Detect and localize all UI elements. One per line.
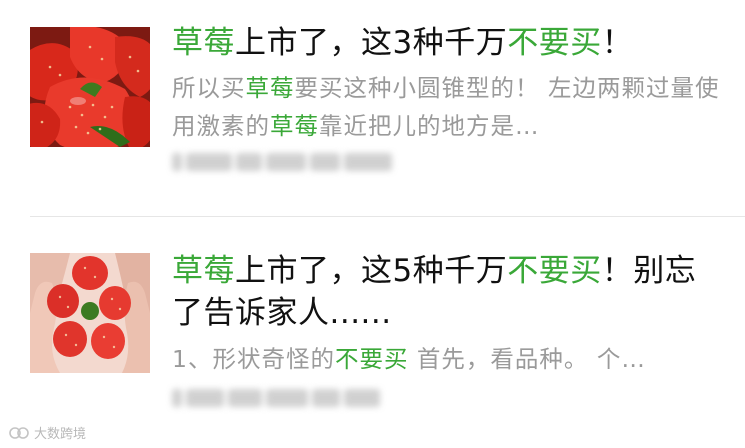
article-summary: 所以买草莓要买这种小圆锥型的！ 左边两颗过量使用激素的草莓靠近把儿的地方是… (172, 69, 722, 145)
watermark: 大数跨境 (8, 423, 86, 442)
title-part: 上市了，这3种千万 (235, 25, 508, 61)
article-title[interactable]: 草莓上市了，这3种千万不要买！ (172, 22, 725, 64)
article-item-1[interactable]: 草莓上市了，这3种千万不要买！ 所以买草莓要买这种小圆锥型的！ 左边两颗过量使用… (0, 0, 745, 217)
title-part: 草莓 (172, 253, 235, 289)
article-thumbnail[interactable] (30, 27, 150, 147)
divider (30, 216, 745, 217)
summary-part: 草莓 (245, 74, 295, 102)
article-thumbnail[interactable] (30, 253, 150, 373)
title-part: ！ (601, 25, 634, 61)
summary-part: 靠近把儿的地方是… (319, 112, 540, 140)
article-meta-blurred (172, 151, 402, 173)
title-part: 草莓 (172, 25, 235, 61)
summary-part: 首先，看品种。 个… (408, 345, 646, 373)
article-title[interactable]: 草莓上市了，这5种千万不要买！别忘了告诉家人...... (172, 250, 725, 334)
article-meta-blurred (172, 387, 402, 409)
strawberries-in-hands-image (30, 253, 150, 373)
logo-icon (9, 426, 29, 439)
summary-part: 所以买 (172, 74, 246, 102)
summary-part: 草莓 (270, 112, 319, 140)
title-part: 不要买 (507, 253, 602, 289)
title-part: 不要买 (507, 25, 602, 61)
summary-part: 1、形状奇怪的 (172, 345, 335, 373)
title-part: 上市了，这5种千万 (235, 253, 508, 289)
strawberry-image (30, 27, 150, 147)
watermark-text: 大数跨境 (34, 427, 87, 442)
summary-part: 不要买 (334, 345, 409, 373)
article-summary: 1、形状奇怪的不要买 首先，看品种。 个… (172, 340, 722, 378)
article-item-2[interactable]: 草莓上市了，这5种千万不要买！别忘了告诉家人...... 1、形状奇怪的不要买 … (0, 218, 745, 448)
